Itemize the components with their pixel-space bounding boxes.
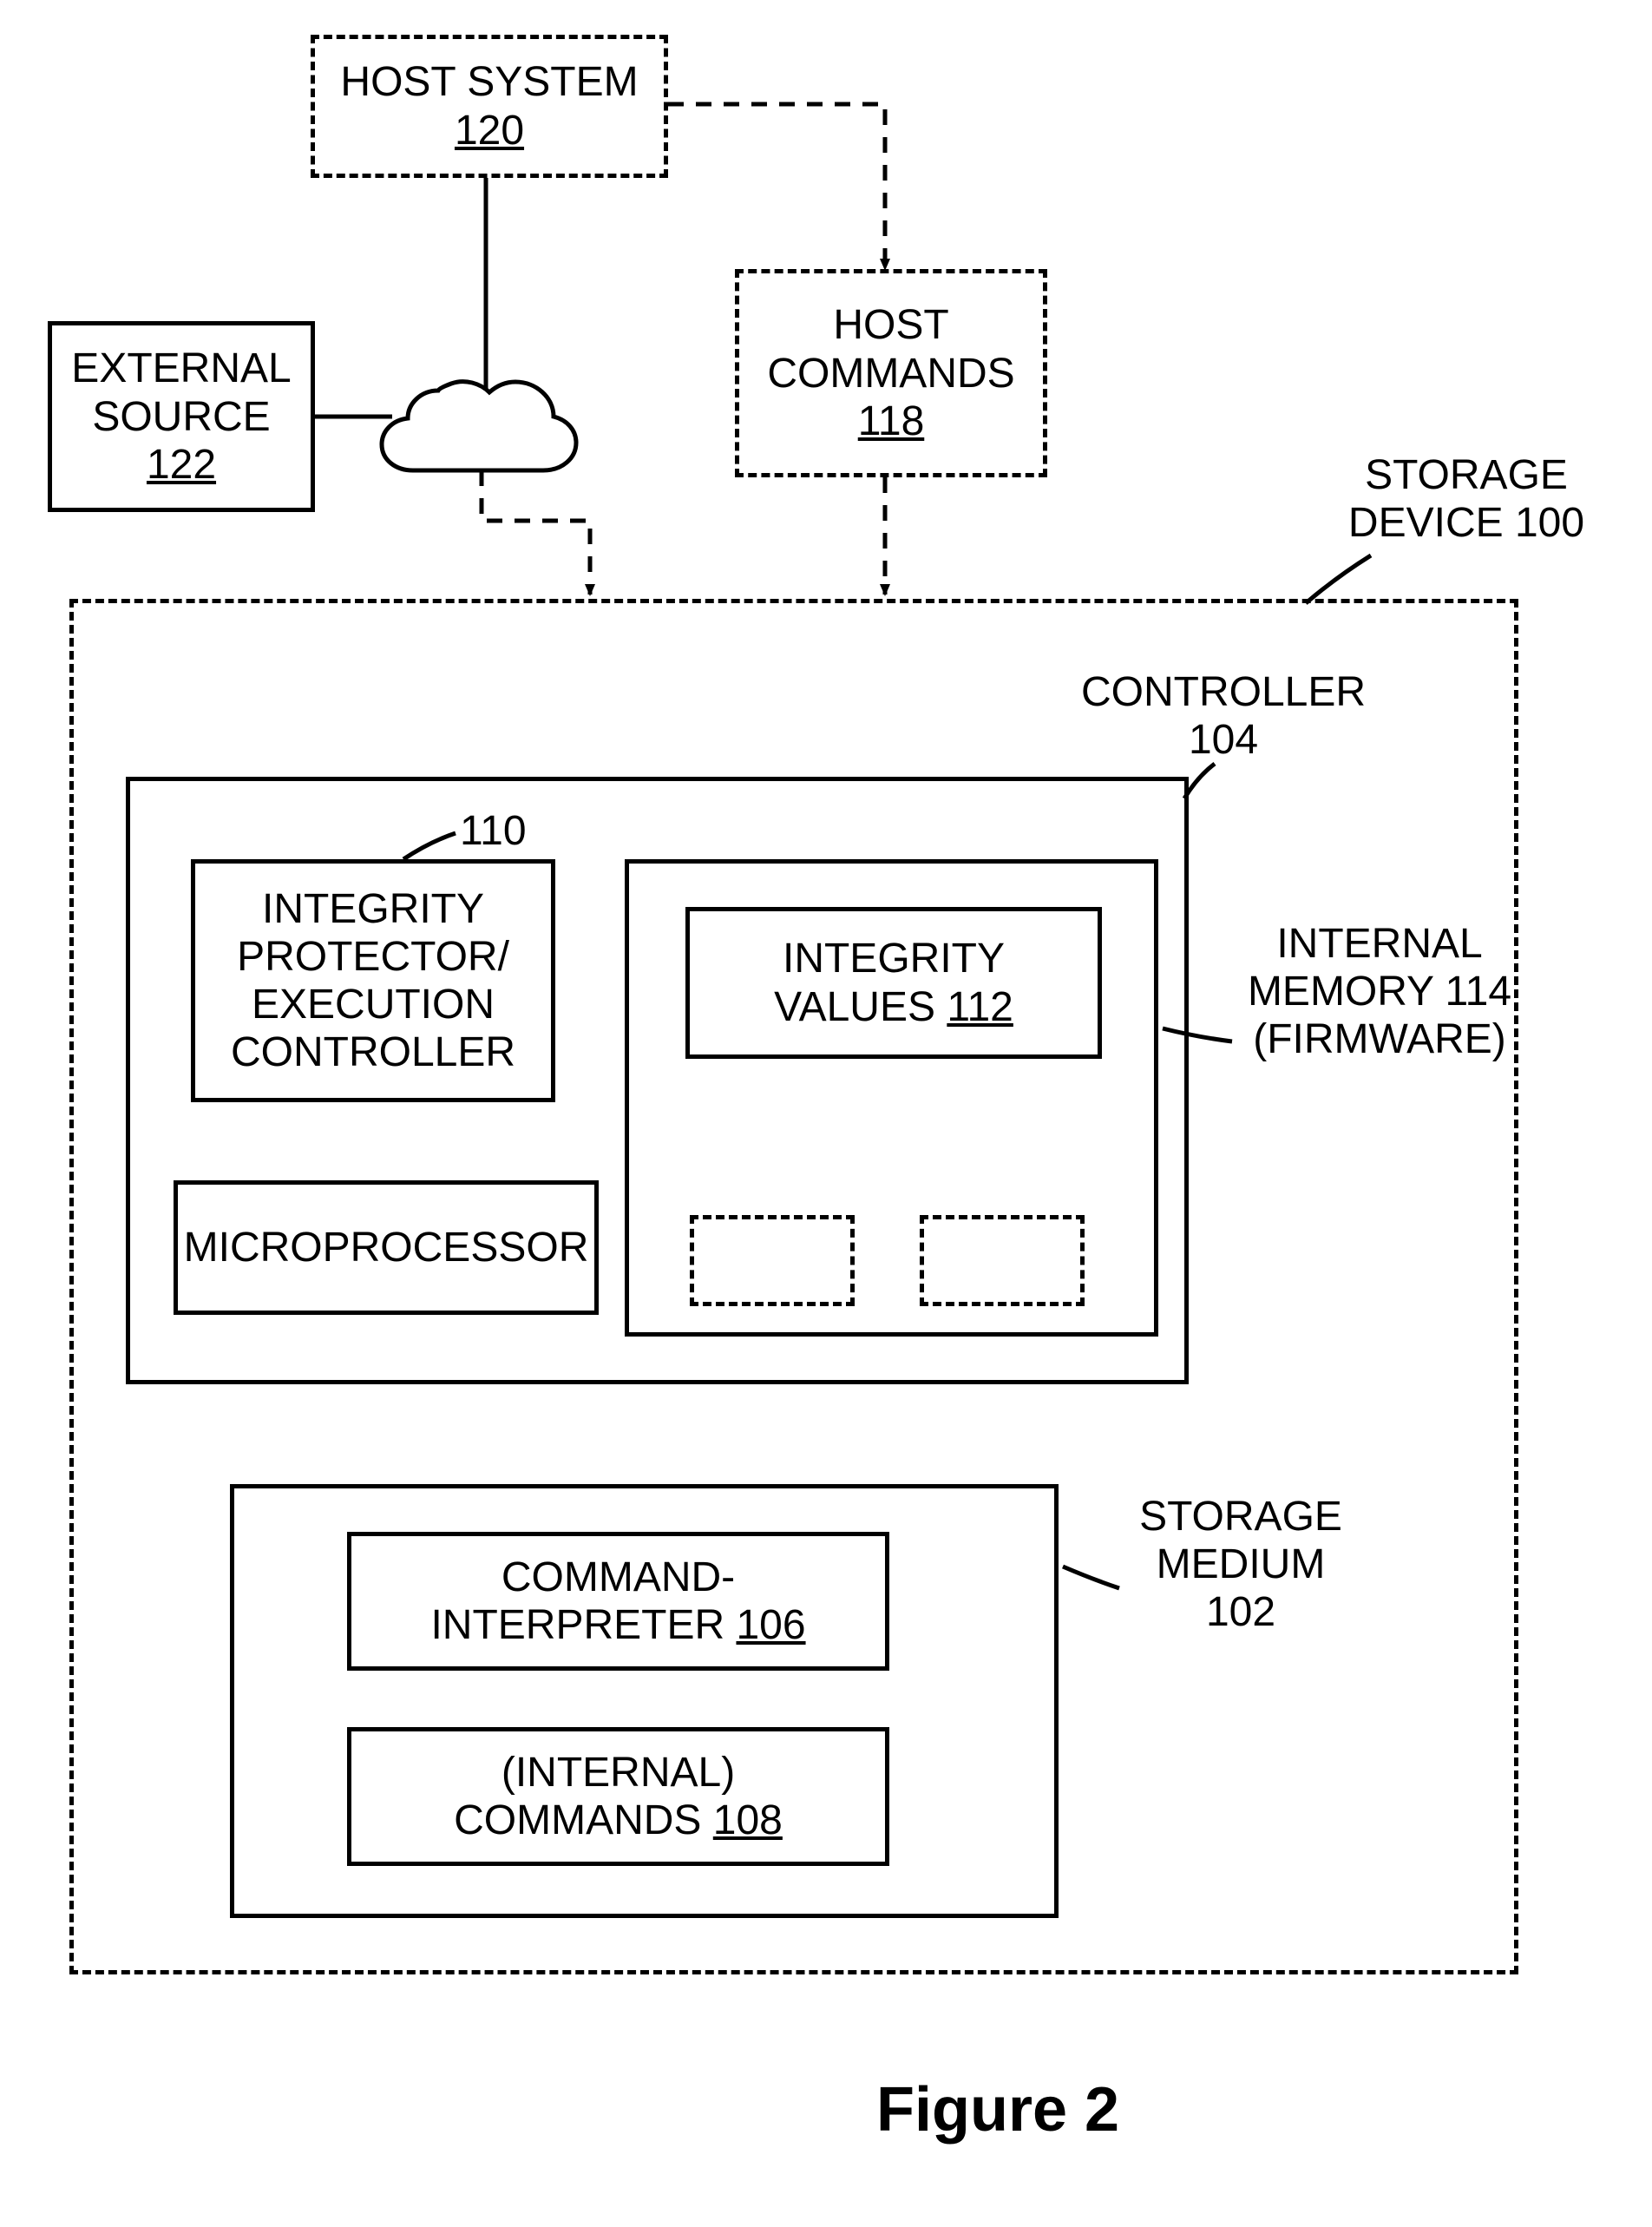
im-l3: (FIRMWARE): [1232, 1015, 1527, 1063]
command-interpreter-box: COMMAND- INTERPRETER 106: [347, 1532, 889, 1671]
figure-caption: Figure 2: [876, 2074, 1119, 2145]
host-commands-ref: 118: [858, 397, 925, 445]
external-source-ref: 122: [147, 441, 216, 489]
iv-l1: INTEGRITY: [783, 935, 1005, 982]
ci-l1: COMMAND-: [502, 1554, 735, 1601]
host-system-label: HOST SYSTEM: [340, 58, 638, 106]
controller-l1: CONTROLLER: [1050, 668, 1397, 716]
storage-device-l1: STORAGE: [1328, 451, 1605, 499]
diagram-canvas: HOST SYSTEM 120 EXTERNAL SOURCE 122 HOST…: [0, 0, 1652, 2227]
sm-l2: MEDIUM: [1102, 1541, 1380, 1588]
controller-label: CONTROLLER 104: [1050, 668, 1397, 764]
host-system-box: HOST SYSTEM 120: [311, 35, 668, 178]
ip-l4: CONTROLLER: [231, 1028, 515, 1076]
integrity-protector-box: INTEGRITY PROTECTOR/ EXECUTION CONTROLLE…: [191, 859, 555, 1102]
ip-l1: INTEGRITY: [262, 885, 484, 933]
internal-memory-label: INTERNAL MEMORY 114 (FIRMWARE): [1232, 920, 1527, 1064]
iv-l2: VALUES 112: [774, 983, 1013, 1031]
integrity-values-box: INTEGRITY VALUES 112: [685, 907, 1102, 1059]
integrity-protector-ref-float: 110: [460, 807, 527, 855]
storage-medium-label: STORAGE MEDIUM 102: [1102, 1493, 1380, 1637]
internal-commands-box: (INTERNAL) COMMANDS 108: [347, 1727, 889, 1866]
micro-label: MICROPROCESSOR: [184, 1224, 589, 1271]
conn-cloud-to-storage: [482, 470, 590, 595]
ic-l1: (INTERNAL): [502, 1749, 735, 1797]
im-l1: INTERNAL: [1232, 920, 1527, 968]
external-source-box: EXTERNAL SOURCE 122: [48, 321, 315, 512]
storage-device-label: STORAGE DEVICE 100: [1328, 451, 1605, 547]
host-commands-box: HOST COMMANDS 118: [735, 269, 1047, 477]
storage-device-l2: DEVICE 100: [1328, 499, 1605, 547]
im-l2: MEMORY 114: [1232, 968, 1527, 1015]
fw-slot-2: [920, 1215, 1085, 1306]
conn-host-to-commands: [668, 104, 885, 269]
host-commands-l2: COMMANDS: [767, 350, 1014, 397]
cloud-icon: [382, 382, 576, 470]
ip-l2: PROTECTOR/: [237, 933, 509, 981]
ip-l3: EXECUTION: [252, 981, 495, 1028]
ic-l2: COMMANDS 108: [454, 1797, 783, 1844]
host-commands-l1: HOST: [833, 301, 948, 349]
controller-ref: 104: [1050, 716, 1397, 764]
microprocessor-box: MICROPROCESSOR: [174, 1180, 599, 1315]
leader-storage-device: [1306, 555, 1371, 603]
ci-l2: INTERPRETER 106: [430, 1601, 805, 1649]
sm-l1: STORAGE: [1102, 1493, 1380, 1541]
sm-ref: 102: [1102, 1588, 1380, 1636]
external-source-l2: SOURCE: [92, 393, 270, 441]
fw-slot-1: [690, 1215, 855, 1306]
external-source-l1: EXTERNAL: [71, 345, 291, 392]
host-system-ref: 120: [455, 107, 524, 154]
